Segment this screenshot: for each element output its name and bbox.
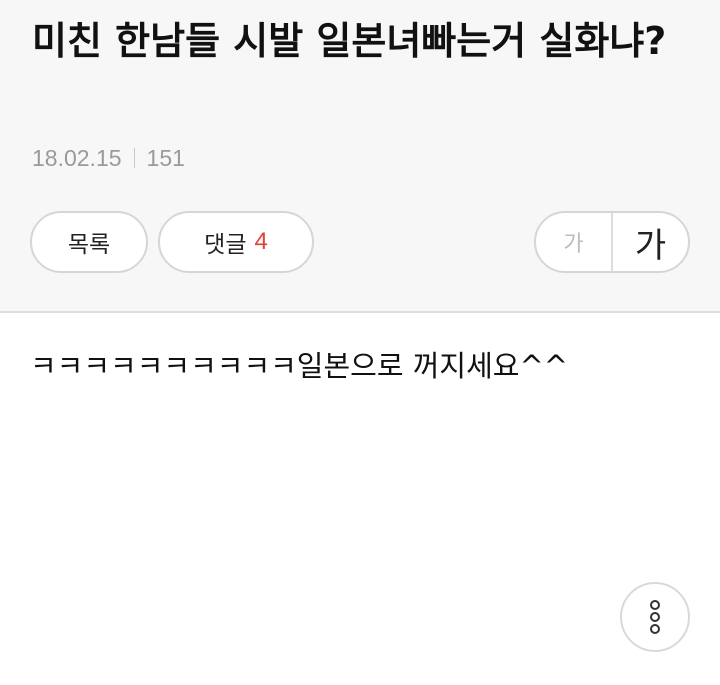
list-button[interactable]: 목록 <box>30 211 148 273</box>
post-title: 미친 한남들 시발 일본녀빠는거 실화냐? <box>32 19 667 63</box>
meta-divider <box>133 148 135 168</box>
comment-button[interactable]: 댓글 4 <box>158 211 314 273</box>
post-date: 18.02.15 <box>32 144 122 171</box>
list-button-label: 목록 <box>67 232 111 258</box>
font-size-small-button[interactable]: 가 <box>536 213 613 271</box>
comment-button-label: 댓글 <box>204 232 247 258</box>
vertical-dots-icon <box>650 600 660 634</box>
font-size-large-label: 가 <box>634 225 667 266</box>
post-content: ㅋㅋㅋㅋㅋㅋㅋㅋㅋㅋ일본으로 꺼지세요^^ <box>30 349 569 383</box>
post-header: 미친 한남들 시발 일본녀빠는거 실화냐? 18.02.15 151 목록 댓글… <box>0 0 720 313</box>
post-meta: 18.02.15 151 <box>32 143 185 173</box>
font-size-small-label: 가 <box>563 232 584 257</box>
font-size-toggle: 가 가 <box>534 211 690 273</box>
font-size-large-button[interactable]: 가 <box>613 213 688 271</box>
post-views: 151 <box>146 144 185 171</box>
comment-count: 4 <box>254 228 268 255</box>
more-options-button[interactable] <box>620 582 690 652</box>
